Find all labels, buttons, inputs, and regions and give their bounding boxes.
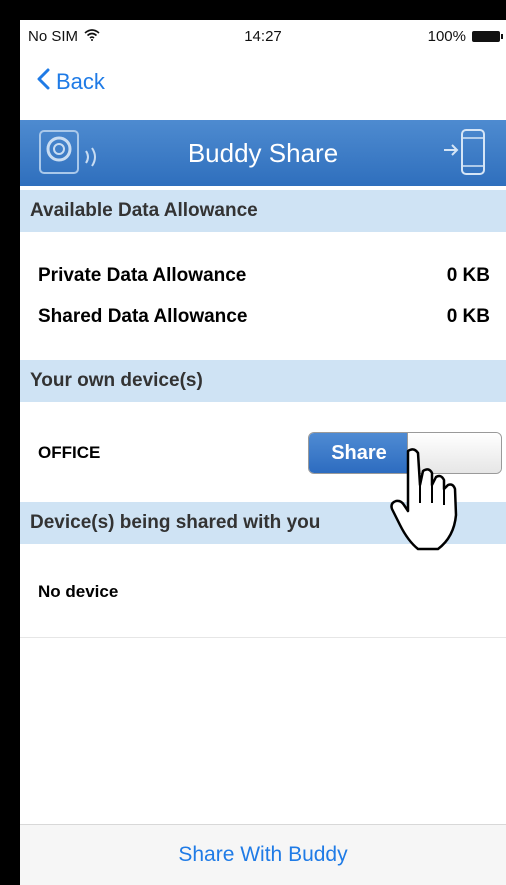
list-divider [20,637,506,638]
app-screen: No SIM 14:27 100% Back Buddy Share Avail… [20,20,506,885]
shared-allowance-label: Shared Data Allowance [38,306,248,327]
share-with-buddy-button[interactable]: Share With Buddy [20,843,506,867]
phone-transfer-icon[interactable] [442,128,488,183]
title-bar: Buddy Share [20,120,506,186]
hand-cursor-icon [390,445,462,560]
no-device-text: No device [38,582,119,601]
shared-allowance-value: 0 KB [446,306,490,327]
battery-icon [472,31,503,42]
chevron-left-icon [36,68,50,96]
back-button[interactable]: Back [36,68,105,96]
device-name: OFFICE [38,443,101,462]
section-header-own-devices: Your own device(s) [20,360,506,402]
private-allowance-value: 0 KB [446,265,490,286]
back-label: Back [56,69,105,94]
private-allowance-label: Private Data Allowance [38,265,247,286]
section-header-allowance: Available Data Allowance [20,190,506,232]
bottom-bar: Share With Buddy [20,824,506,885]
nav-bar: Back [20,54,506,112]
page-title: Buddy Share [187,138,339,168]
status-right: 100% [427,28,503,45]
battery-percent: 100% [427,28,466,45]
status-bar: No SIM 14:27 100% [20,20,506,54]
